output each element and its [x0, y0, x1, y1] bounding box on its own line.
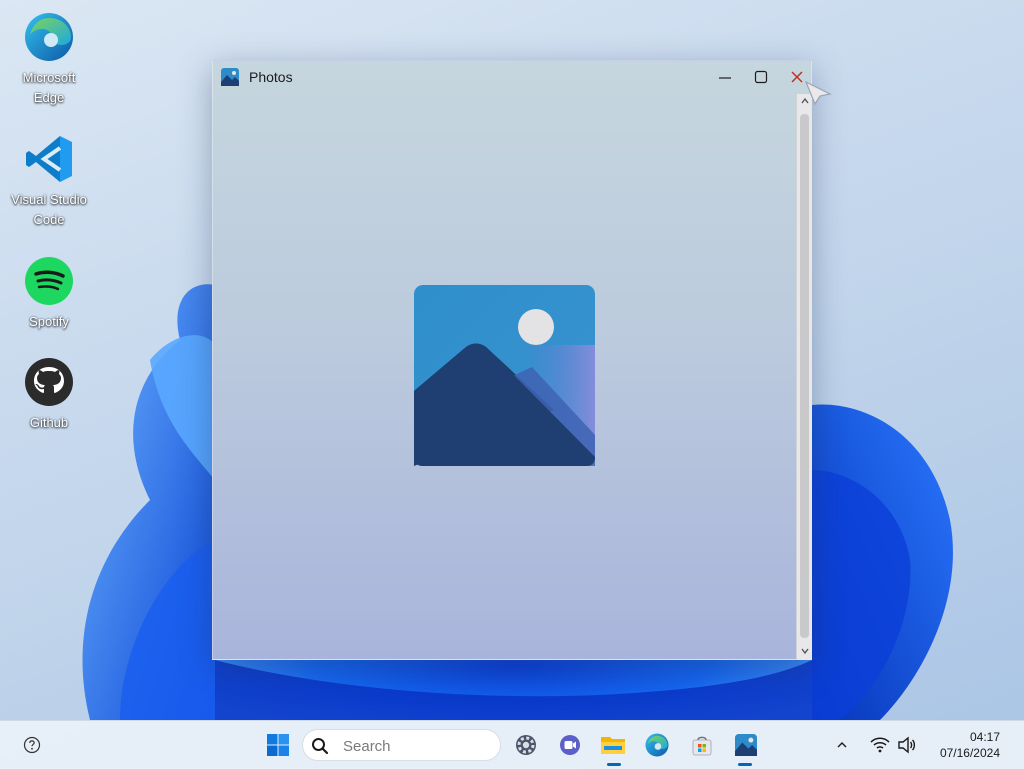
help-button[interactable] — [18, 731, 46, 759]
store-icon — [692, 736, 712, 756]
edge-icon — [25, 13, 73, 61]
desktop-icon-github[interactable]: Github — [6, 357, 92, 433]
file-explorer-icon — [601, 737, 625, 754]
volume-icon — [898, 736, 916, 754]
vscode-icon — [26, 136, 72, 182]
taskbar-edge[interactable] — [643, 731, 671, 759]
desktop-icon-label: Visual Studio Code — [11, 192, 87, 227]
vertical-scrollbar[interactable] — [796, 94, 812, 660]
start-button[interactable] — [264, 731, 292, 759]
tray-overflow-button[interactable] — [828, 731, 856, 759]
spotify-icon — [25, 257, 73, 305]
image-placeholder-icon — [414, 285, 595, 466]
meet-icon — [560, 735, 580, 755]
desktop-icon-vscode[interactable]: Visual Studio Code — [6, 134, 92, 230]
photos-icon — [221, 68, 239, 86]
settings-icon — [516, 735, 536, 755]
search-box[interactable]: Search — [302, 729, 501, 761]
taskbar-photos[interactable] — [732, 731, 760, 759]
taskbar-settings[interactable] — [512, 731, 540, 759]
taskbar-store[interactable] — [688, 731, 716, 759]
chevron-up-icon — [837, 742, 847, 748]
desktop-icon-label: Github — [29, 415, 69, 430]
help-icon — [23, 736, 41, 754]
taskbar-meet[interactable] — [556, 731, 584, 759]
taskbar-file-explorer[interactable] — [599, 731, 627, 759]
chevron-down-icon — [801, 648, 809, 655]
edge-icon — [645, 733, 669, 757]
clock[interactable]: 04:17 07/16/2024 — [940, 729, 1000, 761]
desktop-icon-edge[interactable]: Microsoft Edge — [6, 12, 92, 108]
mouse-cursor-icon — [804, 80, 832, 106]
minimize-button[interactable] — [711, 65, 739, 89]
desktop-icon-label: Microsoft Edge — [22, 70, 76, 105]
window-title: Photos — [249, 69, 293, 85]
volume-button[interactable] — [893, 731, 921, 759]
wifi-button[interactable] — [866, 731, 894, 759]
start-icon — [267, 734, 289, 756]
search-placeholder: Search — [343, 738, 391, 755]
active-indicator — [607, 763, 621, 766]
photos-icon — [735, 734, 757, 756]
window-titlebar[interactable]: Photos — [213, 61, 811, 93]
desktop-icon-label: Spotify — [29, 314, 69, 329]
scroll-thumb[interactable] — [800, 114, 809, 638]
wifi-icon — [870, 737, 890, 753]
clock-date: 07/16/2024 — [939, 746, 1000, 760]
minimize-icon — [719, 77, 731, 79]
maximize-icon — [754, 70, 768, 84]
clock-time: 04:17 — [969, 730, 1000, 744]
close-icon — [791, 71, 803, 83]
desktop-icon-spotify[interactable]: Spotify — [6, 256, 92, 332]
active-indicator — [738, 763, 752, 766]
scroll-down-button[interactable] — [798, 644, 812, 658]
github-icon — [25, 358, 73, 406]
photos-window[interactable]: Photos — [212, 60, 812, 660]
taskbar: Search 04:17 07/16/2024 — [0, 720, 1024, 769]
search-icon — [312, 738, 329, 755]
maximize-button[interactable] — [747, 65, 775, 89]
